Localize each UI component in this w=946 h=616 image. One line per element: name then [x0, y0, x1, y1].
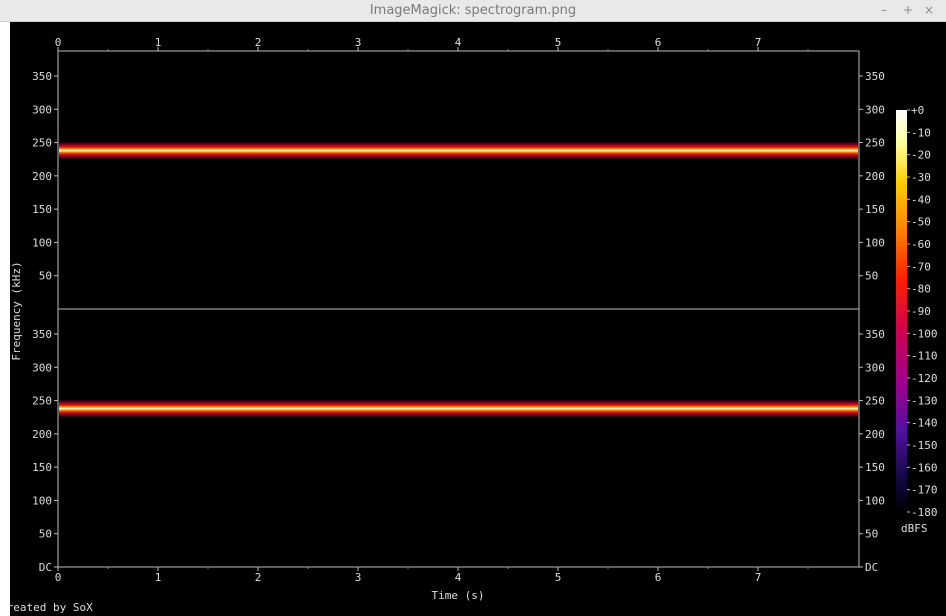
y-tick-label-right: 200: [865, 170, 885, 183]
colorbar: [896, 110, 907, 512]
x-tick-label-bottom: 4: [455, 571, 462, 584]
y-tick-label-left: 200: [32, 170, 52, 183]
y-tick-label-right: 50: [865, 270, 878, 283]
x-tick-label-bottom: 7: [755, 571, 762, 584]
x-tick-label-bottom: 2: [255, 571, 262, 584]
colorbar-tick-label: -100: [911, 327, 938, 340]
colorbar-tick-label: -130: [911, 394, 938, 407]
window-title: ImageMagick: spectrogram.png: [369, 3, 577, 18]
y-tick-label-left: 150: [32, 461, 52, 474]
colorbar-tick-label: -150: [911, 439, 938, 452]
y-tick-label-right: 350: [865, 70, 885, 83]
y-tick-label-left: 250: [32, 395, 52, 408]
y-tick-label-right: 250: [865, 137, 885, 150]
colorbar-tick-label: -80: [911, 283, 931, 296]
image-canvas: 0 0 1 1 2 2 3 3 4 4 5 5 6 6 7 7 50 50 100 100 150 150 200 200 2…: [10, 22, 946, 616]
footer-text: Created by SoX: [10, 601, 93, 614]
colorbar-tick-label: -180: [911, 506, 938, 519]
y-tick-label-left: 50: [39, 528, 52, 541]
x-tick-label-bottom: 1: [155, 571, 162, 584]
y-tick-label-left: 300: [32, 361, 52, 374]
y-tick-label-right: 100: [865, 494, 885, 507]
x-tick-label-top: 3: [355, 36, 362, 49]
colorbar-tick-label: -90: [911, 305, 931, 318]
y-tick-label-right: 100: [865, 236, 885, 249]
y-tick-label-left: 100: [32, 236, 52, 249]
x-tick-label-bottom: 5: [555, 571, 562, 584]
colorbar-tick-label: -140: [911, 417, 938, 430]
y-tick-label-left: 250: [32, 137, 52, 150]
x-tick-label-top: 0: [55, 36, 62, 49]
y-tick-label-right: 150: [865, 461, 885, 474]
y-tick-label-left: 300: [32, 103, 52, 116]
x-tick-label-top: 5: [555, 36, 562, 49]
y-tick-label-left: 200: [32, 428, 52, 441]
y-tick-label-right: 350: [865, 328, 885, 341]
x-tick-label-top: 2: [255, 36, 262, 49]
y-tick-label-left: 100: [32, 494, 52, 507]
colorbar-tick-label: -60: [911, 238, 931, 251]
y-tick-label-right: 300: [865, 361, 885, 374]
window-titlebar: ImageMagick: spectrogram.png – + ×: [0, 0, 946, 22]
spectrogram-chart: 0 0 1 1 2 2 3 3 4 4 5 5 6 6 7 7 50 50 100 100 150 150 200 200 2…: [10, 36, 938, 614]
colorbar-tick-label: -120: [911, 372, 938, 385]
tone-band-channel-1: [59, 141, 858, 160]
colorbar-tick-label: -20: [911, 149, 931, 162]
colorbar-tick-label: +0: [911, 104, 924, 117]
y-tick-label-left: 50: [39, 270, 52, 283]
y-tick-label-left: DC: [39, 561, 52, 574]
colorbar-tick-label: -30: [911, 171, 931, 184]
y-tick-label-right: 150: [865, 203, 885, 216]
y-tick-label-right: 200: [865, 428, 885, 441]
x-tick-label-top: 7: [755, 36, 762, 49]
x-tick-label-top: 1: [155, 36, 162, 49]
colorbar-tick-label: -170: [911, 484, 938, 497]
x-tick-label-top: 6: [655, 36, 662, 49]
x-tick-label-bottom: 0: [55, 571, 62, 584]
x-tick-label-bottom: 6: [655, 571, 662, 584]
colorbar-tick-label: -70: [911, 260, 931, 273]
colorbar-tick-label: -110: [911, 350, 938, 363]
colorbar-tick-label: -40: [911, 193, 931, 206]
colorbar-tick-label: -50: [911, 216, 931, 229]
maximize-button[interactable]: +: [903, 3, 913, 17]
y-tick-label-right: 50: [865, 528, 878, 541]
minimize-button[interactable]: –: [881, 3, 887, 17]
x-tick-label-bottom: 3: [355, 571, 362, 584]
y-tick-label-right: DC: [865, 561, 878, 574]
x-tick-label-top: 4: [455, 36, 462, 49]
colorbar-tick-label: -10: [911, 126, 931, 139]
y-tick-label-right: 300: [865, 103, 885, 116]
tone-band-channel-2: [59, 399, 858, 418]
y-tick-label-right: 250: [865, 395, 885, 408]
colorbar-tick-label: -160: [911, 461, 938, 474]
y-tick-label-left: 350: [32, 70, 52, 83]
colorbar-label: dBFS: [901, 522, 928, 535]
x-axis-label: Time (s): [432, 589, 485, 602]
y-axis-label: Frequency (kHz): [10, 261, 23, 360]
y-tick-label-left: 150: [32, 203, 52, 216]
y-tick-label-left: 350: [32, 328, 52, 341]
close-button[interactable]: ×: [924, 3, 934, 17]
